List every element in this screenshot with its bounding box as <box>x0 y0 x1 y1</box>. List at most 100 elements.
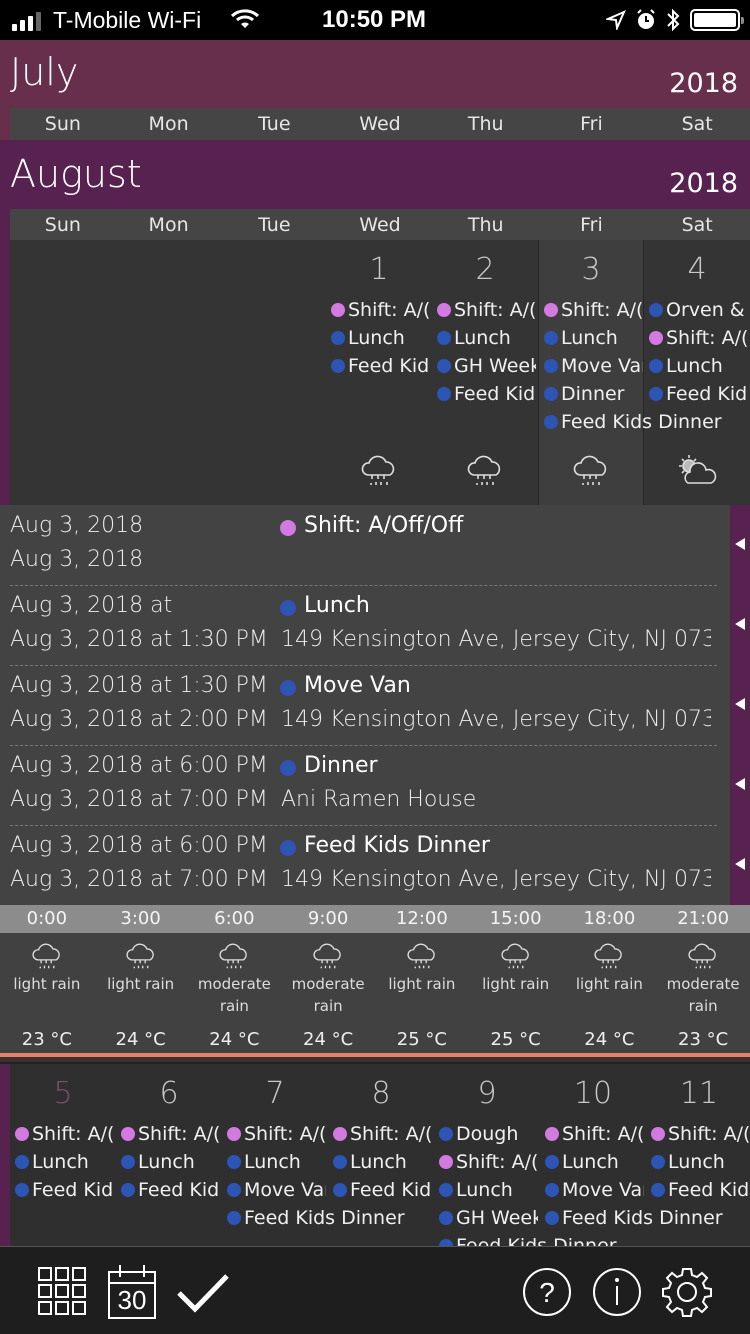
weekday-header: Sun Mon Tue Wed Thu Fri Sat <box>10 108 750 140</box>
month-year: 2018 <box>669 168 738 199</box>
expand-arrow-icon[interactable] <box>735 778 745 790</box>
rain-cloud-icon <box>466 455 504 491</box>
calendar-color-dot <box>649 303 663 317</box>
event-chip[interactable]: Lunch <box>432 324 536 352</box>
rain-cloud-icon <box>572 455 610 491</box>
day-cell[interactable]: 4 Orven & Shift: A/(Lunch Feed Kid <box>644 240 750 505</box>
calendar-color-dot <box>280 600 296 616</box>
calendar-color-dot <box>331 331 345 345</box>
event-start: Aug 3, 2018 at 6:00 PM <box>10 833 268 858</box>
calendar-color-dot <box>331 359 345 373</box>
event-chip[interactable]: Shift: A/( <box>10 1120 114 1148</box>
event-title: Shift: A/( <box>348 299 430 321</box>
agenda-item[interactable]: Aug 3, 2018 Aug 3, 2018 Shift: A/Off/Off <box>0 505 730 585</box>
month-name: July <box>10 50 79 94</box>
forecast-time: 6:00 <box>214 908 255 929</box>
checkmark-icon[interactable] <box>176 1273 230 1317</box>
event-chip[interactable]: Shift: A/( <box>644 324 748 352</box>
rain-cloud-icon <box>563 943 657 973</box>
bottom-toolbar: 30 ? <box>0 1246 750 1334</box>
event-location: 149 Kensington Ave, Jersey City, NJ 073 <box>281 707 711 732</box>
event-chip[interactable]: Move Van <box>539 352 643 380</box>
event-chip[interactable]: Shift: A/( <box>432 296 536 324</box>
forecast-temperature: 25 °C <box>396 1029 447 1050</box>
weekday-label: Fri <box>580 214 603 236</box>
rain-cloud-icon <box>360 455 398 491</box>
event-chip[interactable]: Orven & <box>644 296 748 324</box>
expand-arrow-icon[interactable] <box>735 618 745 630</box>
settings-icon[interactable] <box>662 1267 712 1321</box>
carrier-label: T-Mobile Wi-Fi <box>53 7 202 33</box>
event-end: Aug 3, 2018 at 7:00 PM <box>10 867 268 892</box>
agenda-item[interactable]: Aug 3, 2018 at 1:30 PM Aug 3, 2018 at 2:… <box>0 665 730 745</box>
agenda-item[interactable]: Aug 3, 2018 at 6:00 PM Aug 3, 2018 at 7:… <box>0 745 730 825</box>
event-chip[interactable]: Shift: A/( <box>539 296 643 324</box>
event-location: 149 Kensington Ave, Jersey City, NJ 073 <box>281 627 711 652</box>
forecast-time: 15:00 <box>489 908 542 929</box>
wifi-icon <box>230 8 260 35</box>
forecast-temperature: 24 °C <box>584 1029 635 1050</box>
event-title-row: Move Van <box>280 673 411 698</box>
expand-arrow-icon[interactable] <box>735 538 745 550</box>
expand-arrow-icon[interactable] <box>735 698 745 710</box>
month-year: 2018 <box>669 68 738 99</box>
calendar-color-dot <box>544 303 558 317</box>
bluetooth-icon <box>667 8 680 32</box>
forecast-condition: moderate rain <box>666 975 740 1015</box>
sidebar-strip <box>0 240 10 505</box>
day-agenda-list[interactable]: Aug 3, 2018 Aug 3, 2018 Shift: A/Off/Off… <box>0 505 730 905</box>
event-chip[interactable]: Feed Kid <box>10 1176 114 1204</box>
day-number: 4 <box>687 252 707 287</box>
weekday-label: Wed <box>359 113 401 135</box>
divider <box>0 1057 750 1062</box>
event-title: Dinner <box>304 753 378 778</box>
agenda-item[interactable]: Aug 3, 2018 at Aug 3, 2018 at 1:30 PM Lu… <box>0 585 730 665</box>
day-cell[interactable]: 3 Shift: A/(Lunch Move Van Dinner Feed Kids … <box>538 240 722 505</box>
clock: 10:50 PM <box>322 6 427 33</box>
calendar-color-dot <box>280 520 296 536</box>
day-number: 1 <box>369 252 389 287</box>
event-chip[interactable]: Feed Kid <box>326 352 430 380</box>
event-chip[interactable]: GH Week <box>432 352 536 380</box>
agenda-item[interactable]: Aug 3, 2018 at 6:00 PM Aug 3, 2018 at 7:… <box>0 825 730 905</box>
month-header-august[interactable]: August 2018 Sun Mon Tue Wed Thu Fri Sat <box>0 140 750 241</box>
month-name: August <box>10 152 142 196</box>
help-icon[interactable]: ? <box>522 1267 572 1321</box>
forecast-condition: moderate rain <box>291 975 365 1015</box>
info-icon[interactable] <box>592 1267 642 1321</box>
weekday-label: Tue <box>258 113 291 135</box>
event-chip[interactable]: Shift: A/( <box>326 296 430 324</box>
event-title: Feed Kid <box>348 355 430 377</box>
event-chip[interactable]: Lunch <box>644 352 748 380</box>
event-location: 149 Kensington Ave, Jersey City, NJ 073 <box>281 867 711 892</box>
event-chip[interactable]: Feed Kids Dinner <box>539 408 722 436</box>
weekday-label: Thu <box>467 113 504 135</box>
event-title: Lunch <box>561 327 618 349</box>
event-chip[interactable]: Lunch <box>326 324 430 352</box>
weekday-label: Thu <box>467 214 504 236</box>
calendar-color-dot <box>437 331 451 345</box>
event-chip[interactable]: Feed Kid <box>432 380 536 408</box>
day-cell[interactable]: 5 Shift: A/(Lunch Feed Kid <box>10 1064 270 1246</box>
calendar-icon[interactable]: 30 <box>108 1265 156 1319</box>
forecast-temperature: 24 °C <box>115 1029 166 1050</box>
grid-view-icon[interactable] <box>38 1267 86 1319</box>
forecast-time: 21:00 <box>677 908 730 929</box>
event-chip[interactable]: Lunch <box>10 1148 114 1176</box>
event-title: GH Week <box>454 355 536 377</box>
expand-arrow-icon[interactable] <box>735 858 745 870</box>
month-header-july[interactable]: July 2018 Sun Mon Tue Wed Thu Fri Sat <box>0 40 750 140</box>
event-chip[interactable]: Feed Kid <box>644 380 748 408</box>
day-cell[interactable]: 1 Shift: A/( Lunch Feed Kid <box>326 240 432 505</box>
calendar-color-dot <box>437 359 451 373</box>
event-start: Aug 3, 2018 at <box>10 593 173 618</box>
alarm-icon <box>637 9 655 29</box>
day-cell[interactable]: 2 Shift: A/(Lunch GH Week Feed Kid <box>432 240 538 505</box>
event-chip[interactable]: Dinner <box>539 380 643 408</box>
calendar-day-number: 30 <box>117 1285 147 1315</box>
weekday-label: Sun <box>44 214 81 236</box>
rain-cloud-icon <box>375 943 469 973</box>
event-chip[interactable]: Lunch <box>539 324 643 352</box>
weekday-label: Sun <box>44 113 81 135</box>
weekday-label: Mon <box>148 113 189 135</box>
